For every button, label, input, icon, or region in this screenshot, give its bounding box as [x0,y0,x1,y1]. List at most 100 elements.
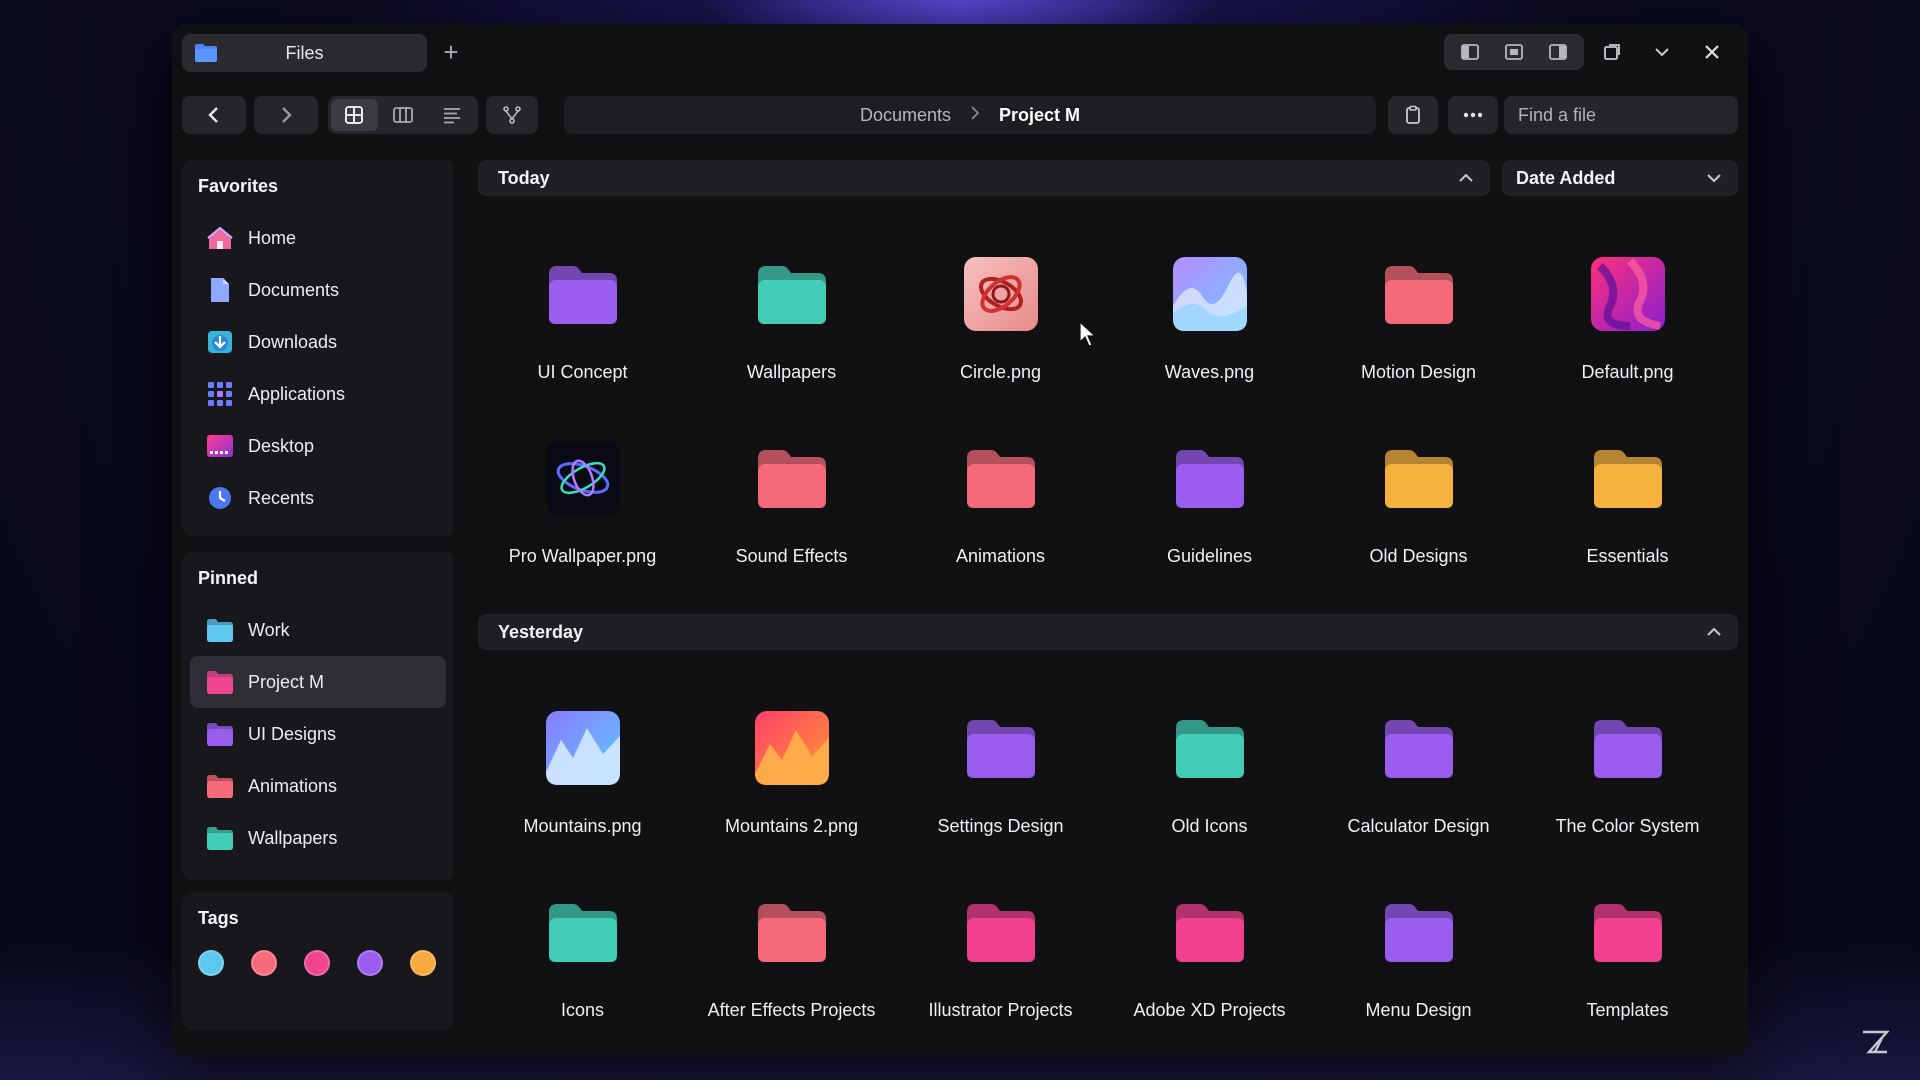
folder-item-old-icons[interactable]: Old Icons [1105,662,1314,846]
chevron-up-icon[interactable] [1456,168,1476,188]
group-header-yesterday[interactable]: Yesterday [478,614,1738,650]
sidebar-item-desktop[interactable]: Desktop [190,420,446,472]
search-input[interactable] [1518,104,1750,126]
tab-title: Files [285,42,324,63]
maximize-icon[interactable] [1590,34,1634,70]
file-manager-window: Files + Documents Project M Find a file … [172,24,1750,1056]
folder-item-wallpapers[interactable]: Wallpapers [687,208,896,392]
item-label: Mountains.png [523,816,642,836]
desktop-icon [206,433,234,459]
chevron-left-icon [208,107,218,123]
file-item-pro-wallpaper-png[interactable]: Pro Wallpaper.png [478,392,687,576]
tag-color-dot[interactable] [304,950,330,976]
file-item-circle-png[interactable]: Circle.png [896,208,1105,392]
sidebar-item-recents[interactable]: Recents [190,472,446,524]
group-title: Today [498,167,550,188]
folder-item-old-designs[interactable]: Old Designs [1314,392,1523,576]
home-icon [206,225,234,251]
forward-button[interactable] [254,96,318,134]
toolbar: Documents Project M [182,96,1750,134]
image-thumbnail-icon [545,440,621,516]
downloads-icon [206,329,234,355]
sidebar-item-downloads[interactable]: Downloads [190,316,446,368]
tab-files[interactable]: Files [182,34,427,72]
sidebar-item-home[interactable]: Home [190,212,446,264]
folder-item-illustrator-projects[interactable]: Illustrator Projects [896,846,1105,1030]
image-thumbnail-icon [754,710,830,786]
folder-item-sound-effects[interactable]: Sound Effects [687,392,896,576]
grid-icon [345,106,364,124]
tag-color-dot[interactable] [357,950,383,976]
center-layout-icon[interactable] [1492,34,1536,70]
folder-item-ui-concept[interactable]: UI Concept [478,208,687,392]
folder-icon [1381,710,1457,786]
folder-icon [206,721,234,747]
item-label: Circle.png [959,362,1042,382]
folder-item-menu-design[interactable]: Menu Design [1314,846,1523,1030]
item-label: Default.png [1581,362,1674,382]
folder-item-templates[interactable]: Templates [1523,846,1732,1030]
sidebar-item-project-m[interactable]: Project M [190,656,446,708]
folder-item-calculator-design[interactable]: Calculator Design [1314,662,1523,846]
item-grid-yesterday: Mountains.png Mountains 2.png Settings Des… [478,662,1738,1030]
file-item-mountains-2-png[interactable]: Mountains 2.png [687,662,896,846]
sidebar-item-label: Applications [248,383,346,404]
tag-color-dot[interactable] [251,950,277,976]
column-view-button[interactable] [380,99,427,131]
clipboard-button[interactable] [1388,96,1438,134]
minimize-chevron-icon[interactable] [1640,34,1684,70]
folder-item-guidelines[interactable]: Guidelines [1105,392,1314,576]
folder-item-motion-design[interactable]: Motion Design [1314,208,1523,392]
sidebar-item-label: Recents [248,487,315,508]
more-options-button[interactable] [1448,96,1498,134]
folder-icon [1590,710,1666,786]
item-label: Icons [560,1000,605,1020]
sidebar-right-layout-icon[interactable] [1536,34,1580,70]
item-label: Motion Design [1360,362,1477,382]
sidebar-item-wallpapers[interactable]: Wallpapers [190,812,446,864]
sidebar-left-layout-icon[interactable] [1448,34,1492,70]
folder-icon [1381,894,1457,970]
sidebar-item-animations[interactable]: Animations [190,760,446,812]
group-header-today[interactable]: Today [478,160,1490,196]
folder-item-the-color-system[interactable]: The Color System [1523,662,1732,846]
grid-view-button[interactable] [331,99,378,131]
breadcrumb-project-m[interactable]: Project M [999,105,1080,126]
folder-icon [206,617,234,643]
brand-logo-icon [1863,1030,1890,1054]
file-item-waves-png[interactable]: Waves.png [1105,208,1314,392]
breadcrumb-documents[interactable]: Documents [860,105,951,126]
tags-panel: Tags [182,892,454,1030]
folder-item-essentials[interactable]: Essentials [1523,392,1732,576]
sidebar-item-documents[interactable]: Documents [190,264,446,316]
sidebar-item-applications[interactable]: Applications [190,368,446,420]
group-title: Yesterday [498,621,584,642]
file-item-default-png[interactable]: Default.png [1523,208,1732,392]
back-button[interactable] [182,96,246,134]
list-view-button[interactable] [428,99,475,131]
mouse-cursor-icon [1079,320,1097,347]
folder-item-adobe-xd-projects[interactable]: Adobe XD Projects [1105,846,1314,1030]
sidebar-item-work[interactable]: Work [190,604,446,656]
folder-icon [963,710,1039,786]
folder-icon [545,256,621,332]
folder-item-settings-design[interactable]: Settings Design [896,662,1105,846]
sidebar-item-ui-designs[interactable]: UI Designs [190,708,446,760]
new-tab-button[interactable]: + [434,36,468,70]
folder-item-after-effects-projects[interactable]: After Effects Projects [687,846,896,1030]
folder-item-icons[interactable]: Icons [478,846,687,1030]
item-label: After Effects Projects [707,1000,876,1020]
folder-item-animations[interactable]: Animations [896,392,1105,576]
list-icon [443,108,460,124]
item-label: Sound Effects [735,546,848,566]
sort-select[interactable]: Date Added [1502,160,1738,196]
file-item-mountains-png[interactable]: Mountains.png [478,662,687,846]
tag-color-dot[interactable] [198,950,224,976]
tag-color-dot[interactable] [410,950,436,976]
item-label: Old Designs [1369,546,1468,566]
close-icon[interactable] [1690,34,1734,70]
chevron-up-icon[interactable] [1704,622,1724,642]
sidebar-item-label: Home [248,227,297,248]
sidebar-item-label: Project M [248,671,325,692]
filter-button[interactable] [486,96,538,134]
